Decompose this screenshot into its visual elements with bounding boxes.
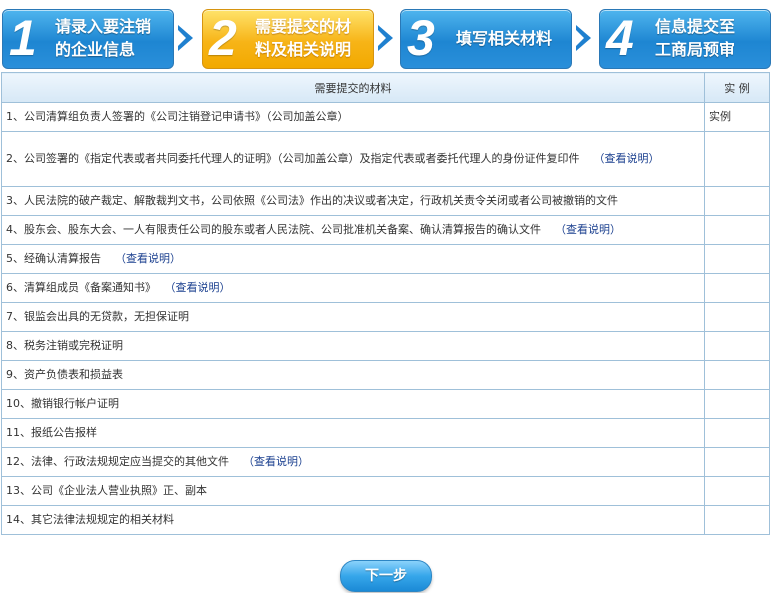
step-arrow-icon xyxy=(576,25,591,51)
header-example: 实 例 xyxy=(704,72,770,103)
material-text: 6、清算组成员《备案通知书》 xyxy=(6,281,156,294)
material-text: 9、资产负债表和损益表 xyxy=(6,368,123,381)
material-text: 1、公司清算组负责人签署的《公司注销登记申请书》（公司加盖公章） xyxy=(6,110,349,123)
table-row: 14、其它法律法规规定的相关材料 xyxy=(1,505,770,535)
material-text: 14、其它法律法规规定的相关材料 xyxy=(6,513,174,526)
step-label-line2: 的企业信息 xyxy=(55,40,136,59)
example-cell xyxy=(704,131,770,187)
material-cell: 4、股东会、股东大会、一人有限责任公司的股东或者人民法院、公司批准机关备案、确认… xyxy=(1,215,705,245)
material-text: 8、税务注销或完税证明 xyxy=(6,339,123,352)
view-explanation-link[interactable]: （查看说明） xyxy=(170,281,231,294)
example-cell xyxy=(704,186,770,216)
view-explanation-link[interactable]: （查看说明） xyxy=(115,252,181,265)
step-number: 2 xyxy=(209,10,237,66)
step-label-line2: 工商局预审 xyxy=(655,40,736,59)
material-text: 2、公司签署的《指定代表或者共同委托代理人的证明》（公司加盖公章）及指定代表或者… xyxy=(6,152,580,165)
example-cell xyxy=(704,476,770,506)
table-row: 3、人民法院的破产裁定、解散裁判文书，公司依照《公司法》作出的决议或者决定，行政… xyxy=(1,186,770,216)
step-arrow-icon xyxy=(178,25,193,51)
example-cell xyxy=(704,244,770,274)
material-cell: 3、人民法院的破产裁定、解散裁判文书，公司依照《公司法》作出的决议或者决定，行政… xyxy=(1,186,705,216)
example-cell[interactable]: 实例 xyxy=(704,102,770,132)
table-row: 8、税务注销或完税证明 xyxy=(1,331,770,361)
material-text: 3、人民法院的破产裁定、解散裁判文书，公司依照《公司法》作出的决议或者决定，行政… xyxy=(6,194,618,207)
step-label-line2: 料及相关说明 xyxy=(255,40,352,59)
material-cell: 1、公司清算组负责人签署的《公司注销登记申请书》（公司加盖公章） xyxy=(1,102,705,132)
step-1: 1 请录入要注销 的企业信息 xyxy=(2,9,174,69)
material-cell: 8、税务注销或完税证明 xyxy=(1,331,705,361)
step-3: 3 填写相关材料 xyxy=(400,9,572,69)
view-explanation-link[interactable]: （查看说明） xyxy=(555,223,621,236)
view-explanation-link[interactable]: （查看说明） xyxy=(594,152,660,165)
example-cell xyxy=(704,418,770,448)
table-row: 7、银监会出具的无贷款，无担保证明 xyxy=(1,302,770,332)
materials-table: 需要提交的材料 实 例 1、公司清算组负责人签署的《公司注销登记申请书》（公司加… xyxy=(1,72,770,535)
example-cell xyxy=(704,331,770,361)
step-number: 1 xyxy=(9,10,37,66)
example-cell xyxy=(704,302,770,332)
table-row: 1、公司清算组负责人签署的《公司注销登记申请书》（公司加盖公章） 实例 xyxy=(1,102,770,132)
material-cell: 11、报纸公告报样 xyxy=(1,418,705,448)
material-cell: 7、银监会出具的无贷款，无担保证明 xyxy=(1,302,705,332)
table-row: 13、公司《企业法人营业执照》正、副本 xyxy=(1,476,770,506)
material-cell: 10、撤销银行帐户证明 xyxy=(1,389,705,419)
material-text: 12、法律、行政法规规定应当提交的其他文件 xyxy=(6,455,229,468)
table-row: 12、法律、行政法规规定应当提交的其他文件 （查看说明） xyxy=(1,447,770,477)
header-material: 需要提交的材料 xyxy=(1,72,705,103)
material-text: 13、公司《企业法人营业执照》正、副本 xyxy=(6,484,207,497)
step-label-line1: 需要提交的材 xyxy=(255,17,352,36)
material-cell: 5、经确认清算报告 （查看说明） xyxy=(1,244,705,274)
step-label-line1: 请录入要注销 xyxy=(55,17,152,36)
material-text: 4、股东会、股东大会、一人有限责任公司的股东或者人民法院、公司批准机关备案、确认… xyxy=(6,223,541,236)
step-2: 2 需要提交的材 料及相关说明 xyxy=(202,9,374,69)
example-cell xyxy=(704,215,770,245)
table-row: 10、撤销银行帐户证明 xyxy=(1,389,770,419)
material-text: 5、经确认清算报告 xyxy=(6,252,101,265)
example-cell xyxy=(704,360,770,390)
view-explanation-link[interactable]: （查看说明） xyxy=(243,455,309,468)
step-label-line1: 信息提交至 xyxy=(655,17,736,36)
step-4: 4 信息提交至 工商局预审 xyxy=(599,9,771,69)
next-step-button[interactable]: 下一步 xyxy=(340,560,432,592)
material-text: 11、报纸公告报样 xyxy=(6,426,97,439)
material-cell: 6、清算组成员《备案通知书》 （查看说明） xyxy=(1,273,705,303)
table-row: 11、报纸公告报样 xyxy=(1,418,770,448)
example-cell xyxy=(704,273,770,303)
material-cell: 2、公司签署的《指定代表或者共同委托代理人的证明》（公司加盖公章）及指定代表或者… xyxy=(1,131,705,187)
step-number: 3 xyxy=(407,10,435,66)
step-number: 4 xyxy=(606,10,634,66)
material-cell: 14、其它法律法规规定的相关材料 xyxy=(1,505,705,535)
example-cell xyxy=(704,389,770,419)
step-progress-bar: 1 请录入要注销 的企业信息 2 需要提交的材 料及相关说明 3 填写相关材料 … xyxy=(0,0,772,70)
table-row: 6、清算组成员《备案通知书》 （查看说明） xyxy=(1,273,770,303)
material-cell: 12、法律、行政法规规定应当提交的其他文件 （查看说明） xyxy=(1,447,705,477)
table-row: 9、资产负债表和损益表 xyxy=(1,360,770,390)
material-cell: 9、资产负债表和损益表 xyxy=(1,360,705,390)
table-row: 2、公司签署的《指定代表或者共同委托代理人的证明》（公司加盖公章）及指定代表或者… xyxy=(1,131,770,187)
material-cell: 13、公司《企业法人营业执照》正、副本 xyxy=(1,476,705,506)
example-cell xyxy=(704,505,770,535)
table-row: 4、股东会、股东大会、一人有限责任公司的股东或者人民法院、公司批准机关备案、确认… xyxy=(1,215,770,245)
material-text: 10、撤销银行帐户证明 xyxy=(6,397,119,410)
material-text: 7、银监会出具的无贷款，无担保证明 xyxy=(6,310,189,323)
example-cell xyxy=(704,447,770,477)
step-arrow-icon xyxy=(378,25,393,51)
table-row: 5、经确认清算报告 （查看说明） xyxy=(1,244,770,274)
step-label-line1: 填写相关材料 xyxy=(456,29,553,48)
